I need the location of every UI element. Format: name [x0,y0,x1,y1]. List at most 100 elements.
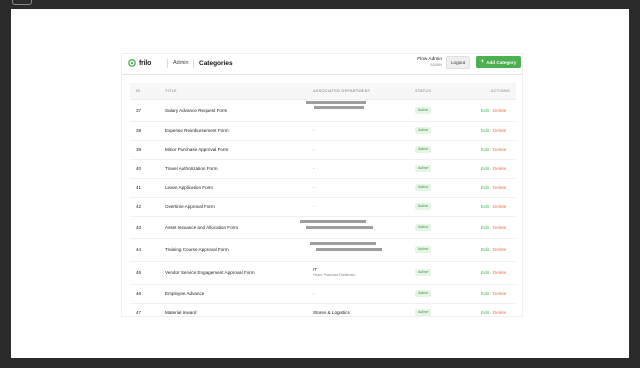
row-id: 37 [136,108,142,113]
add-category-label: Add Category [486,59,517,65]
status-badge: Active [415,165,432,172]
edit-button[interactable]: Edit [481,147,489,152]
row-title: Material Inward [165,310,197,315]
delete-button[interactable]: Delete [493,185,506,190]
row-department: - [313,204,315,209]
table-row: 42 Overtime Approval Form - Active Edit Delet… [130,198,516,217]
department-name: - [313,147,315,152]
edit-button[interactable]: Edit [481,225,489,230]
row-status: Active [415,127,432,134]
header-divider [193,59,194,68]
table-row: 45 Vendor Service Engagement Approval For… [130,262,516,285]
redaction-bar [314,106,364,109]
add-category-button[interactable]: + Add Category [476,56,521,68]
edit-button[interactable]: Edit [481,128,489,133]
header-divider [167,59,168,68]
row-status: Active [415,246,432,253]
delete-button[interactable]: Delete [493,270,506,275]
row-status: Active [415,309,432,316]
department-name: - [313,128,315,133]
edit-button[interactable]: Edit [481,108,489,113]
status-badge: Active [415,127,432,134]
edit-button[interactable]: Edit [481,185,489,190]
delete-button[interactable]: Delete [493,225,506,230]
table-row: 43 Asset Issuance and Allocation Form Acti… [130,217,516,239]
row-actions: Edit Delete [481,147,506,152]
delete-button[interactable]: Delete [493,108,506,113]
table-row: 38 Expense Reimbursement Form - Active Edit D… [130,122,516,141]
row-title: Travel Authorization Form [165,166,218,171]
department-name: Stores & Logistics [313,310,350,315]
row-title: Training Course Approval Form [165,247,229,252]
redaction-bar [306,101,366,104]
department-name: - [313,166,315,171]
row-status: Active [415,224,432,231]
plus-icon: + [480,59,485,65]
status-badge: Active [415,246,432,253]
row-id: 47 [136,310,142,315]
department-name: IT [313,267,318,272]
logo-text: frilo [139,59,152,67]
status-badge: Active [415,269,432,276]
edit-button[interactable]: Edit [481,204,489,209]
delete-button[interactable]: Delete [493,147,506,152]
status-badge: Active [415,224,432,231]
row-id: 43 [136,225,142,230]
redaction-bar [300,220,366,223]
row-status: Active [415,269,432,276]
row-id: 42 [136,204,142,209]
row-actions: Edit Delete [481,247,506,252]
table-row: 41 Leave Application Form - Active Edit Delet… [130,179,516,198]
table-row: 39 Minor Purchase Approval Form - Active Edi… [130,141,516,160]
row-department: - [313,128,315,133]
status-badge: Active [415,107,432,114]
edit-button[interactable]: Edit [481,291,489,296]
edit-button[interactable]: Edit [481,270,489,275]
department-name: - [313,204,315,209]
browser-viewport: frilo Admin Categories Flow Admin ADMIN … [11,9,629,358]
app-logo[interactable]: frilo [128,57,151,69]
delete-button[interactable]: Delete [493,128,506,133]
row-department: - [313,166,315,171]
status-badge: Active [415,290,432,297]
delete-button[interactable]: Delete [493,204,506,209]
department-head: Head: Prashant Dahibhate [313,273,356,277]
user-info: Flow Admin ADMIN [417,57,442,68]
column-header-department: ASSOCIATED DEPARTMENT [313,89,371,93]
edit-button[interactable]: Edit [481,247,489,252]
status-badge: Active [415,184,432,191]
row-id: 44 [136,247,142,252]
nav-admin-link[interactable]: Admin [173,59,189,68]
row-status: Active [415,107,432,114]
row-department: Stores & Logistics [313,310,350,315]
edit-button[interactable]: Edit [481,310,489,315]
row-actions: Edit Delete [481,225,506,230]
categories-table: ID TITLE ASSOCIATED DEPARTMENT STATUS AC… [130,83,516,316]
row-status: Active [415,184,432,191]
row-actions: Edit Delete [481,291,506,296]
delete-button[interactable]: Delete [493,247,506,252]
table-body: 37 Salary Advance Request Form Active Edit D… [130,100,516,316]
redaction-bar [310,242,376,245]
delete-button[interactable]: Delete [493,166,506,171]
page-title: Categories [199,60,233,67]
table-row: 46 Employee Advance - Active Edit Delete [130,285,516,304]
department-name: - [313,291,315,296]
row-title: Minor Purchase Approval Form [165,147,229,152]
logout-button[interactable]: Logout [446,56,470,69]
header-divider-line [122,74,522,75]
redaction-bar [306,226,373,229]
row-id: 45 [136,270,142,275]
delete-button[interactable]: Delete [493,310,506,315]
table-row: 44 Training Course Approval Form Active Edi… [130,239,516,262]
edit-button[interactable]: Edit [481,166,489,171]
table-row: 47 Material Inward Stores & Logistics Activ… [130,304,516,316]
row-actions: Edit Delete [481,128,506,133]
row-department: - [313,147,315,152]
status-badge: Active [415,309,432,316]
department-name: - [313,185,315,190]
delete-button[interactable]: Delete [493,291,506,296]
redaction-bar [316,248,382,251]
row-actions: Edit Delete [481,185,506,190]
row-title: Leave Application Form [165,185,214,190]
